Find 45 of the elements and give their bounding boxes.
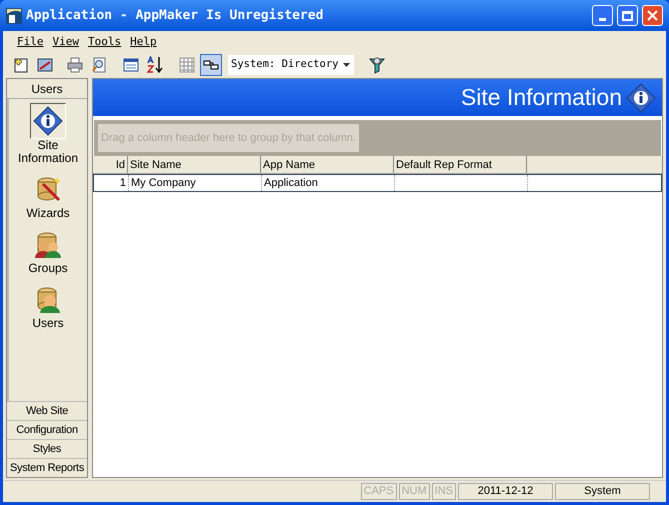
menu-item[interactable]: Help	[130, 34, 157, 50]
sort-az-icon	[146, 56, 164, 74]
table-cell: 1	[94, 175, 129, 191]
sidebar-group-header[interactable]: Styles	[7, 439, 87, 458]
status-panel: CAPS	[360, 483, 397, 500]
table-cell: Application	[262, 175, 395, 191]
status-panel: 2011-12-12	[458, 483, 553, 500]
sidebar-group-header[interactable]: Configuration	[7, 420, 87, 439]
new-document-icon	[13, 56, 29, 72]
image-pen-icon	[37, 56, 53, 72]
minimize-button[interactable]	[592, 5, 613, 26]
dropdown-arrow-icon	[343, 62, 350, 66]
close-button[interactable]	[642, 5, 663, 26]
column-header[interactable]: App Name	[261, 156, 394, 173]
close-icon	[647, 10, 658, 21]
maximize-button[interactable]	[617, 5, 638, 26]
boxes-icon	[203, 58, 219, 70]
info-diamond-icon	[626, 82, 656, 112]
sidebar-item[interactable]: Groups	[28, 226, 68, 275]
column-header[interactable]: Site Name	[128, 156, 261, 173]
sidebar-item[interactable]: Wizards	[26, 171, 70, 220]
column-header[interactable]: Id	[93, 156, 128, 173]
grid-icon	[179, 56, 195, 72]
magnifier-page-icon	[91, 56, 107, 72]
menu-item[interactable]: View	[52, 34, 79, 50]
table-cell: My Company	[129, 175, 262, 191]
status-panel: NUM	[398, 483, 430, 500]
printer-icon	[67, 56, 83, 72]
status-panel: INS	[432, 483, 456, 500]
info-diamond-icon	[33, 106, 63, 136]
status-panel: System	[555, 483, 650, 500]
sidebar-group-header[interactable]: System Reports	[7, 458, 87, 477]
directory-combo[interactable]: System: Directory	[228, 54, 354, 74]
app-icon	[6, 8, 22, 24]
menu-item[interactable]: Tools	[88, 34, 122, 50]
funnel-icon	[368, 56, 386, 74]
sidebar-item[interactable]: Users	[30, 281, 66, 330]
window-title: Application - AppMaker Is Unregistered	[26, 6, 324, 25]
sidebar-item[interactable]: Site Information	[9, 103, 87, 165]
banner-title: Site Information	[460, 83, 622, 112]
menu-item[interactable]: File	[17, 34, 44, 50]
column-header[interactable]: Default Rep Format	[394, 156, 527, 173]
group-view-button[interactable]	[200, 54, 222, 76]
sidebar-group-header[interactable]: Web Site	[7, 401, 87, 420]
window-form-icon	[123, 56, 139, 72]
